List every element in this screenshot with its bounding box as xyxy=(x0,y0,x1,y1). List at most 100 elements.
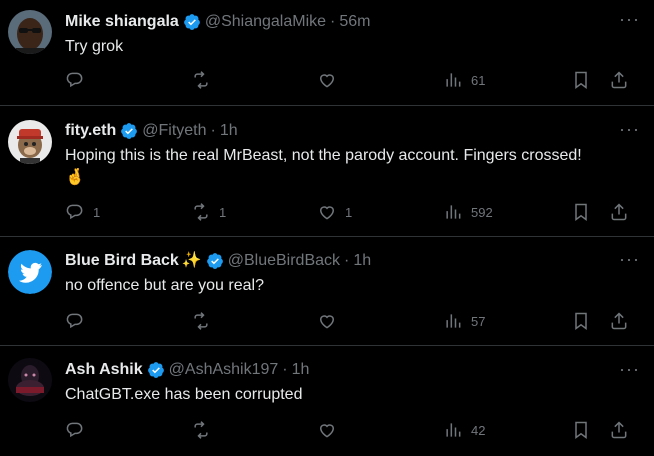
display-name[interactable]: Blue Bird Back xyxy=(65,251,179,271)
views-icon xyxy=(446,314,461,328)
sparkles-icon: ✨ xyxy=(181,252,202,269)
retweet-icon xyxy=(194,421,208,439)
tweet-header: Ash Ashik @AshAshik197 · 1h xyxy=(65,360,642,380)
handle[interactable]: @AshAshik197 xyxy=(169,360,279,380)
avatar[interactable] xyxy=(8,250,52,294)
reply-icon xyxy=(66,204,83,220)
bookmark-icon xyxy=(575,421,587,439)
display-name[interactable]: Ash Ashik xyxy=(65,360,143,380)
more-icon[interactable]: ··· xyxy=(619,120,640,138)
retweet-icon xyxy=(194,71,208,89)
bookmark-icon xyxy=(575,71,587,89)
action-bar: 1 1 1 592 xyxy=(65,202,654,224)
reply-button[interactable] xyxy=(65,311,93,331)
action-bar: 42 xyxy=(65,420,654,442)
bookmark-button[interactable] xyxy=(571,311,591,331)
share-icon xyxy=(611,203,627,221)
reply-feed: Mike shiangala @ShiangalaMike · 56m Try … xyxy=(0,0,654,456)
tweet[interactable]: fity.eth @Fityeth · 1h Hoping this is th… xyxy=(0,106,654,237)
separator: · xyxy=(210,122,216,139)
reply-button[interactable] xyxy=(65,70,93,90)
verified-badge-icon xyxy=(206,253,223,269)
timestamp[interactable]: 1h xyxy=(353,251,371,271)
reply-button[interactable] xyxy=(65,420,93,440)
like-button[interactable] xyxy=(317,70,345,90)
separator: · xyxy=(344,252,350,269)
verified-badge-icon xyxy=(183,14,200,30)
views-icon xyxy=(446,205,461,219)
handle[interactable]: @BlueBirdBack xyxy=(228,251,340,271)
like-icon xyxy=(319,315,335,329)
retweet-icon xyxy=(194,312,208,330)
reply-icon xyxy=(66,313,83,329)
more-icon[interactable]: ··· xyxy=(619,10,640,28)
tweet[interactable]: Ash Ashik @AshAshik197 · 1h ChatGBT.exe … xyxy=(0,346,654,456)
like-button[interactable]: 1 xyxy=(317,202,352,222)
reply-button[interactable]: 1 xyxy=(65,202,100,222)
display-name[interactable]: Mike shiangala xyxy=(65,12,179,32)
views-button[interactable]: 61 xyxy=(443,70,485,90)
handle[interactable]: @ShiangalaMike xyxy=(205,12,326,32)
verified-badge-icon xyxy=(147,362,164,378)
like-icon xyxy=(319,74,335,88)
tweet-header: fity.eth @Fityeth · 1h xyxy=(65,121,642,141)
view-count: 592 xyxy=(471,204,493,220)
bookmark-button[interactable] xyxy=(571,420,591,440)
views-button[interactable]: 57 xyxy=(443,311,485,331)
action-bar: 61 xyxy=(65,70,654,92)
like-count: 1 xyxy=(345,204,353,220)
tweet-header: Blue Bird Back ✨ @BlueBirdBack · 1h xyxy=(65,251,642,271)
share-button[interactable] xyxy=(609,311,629,331)
share-button[interactable] xyxy=(609,420,629,440)
retweet-button[interactable] xyxy=(191,311,219,331)
action-bar: 57 xyxy=(65,311,654,333)
bookmark-button[interactable] xyxy=(571,70,591,90)
views-icon xyxy=(446,423,461,437)
timestamp[interactable]: 1h xyxy=(220,121,238,141)
timestamp[interactable]: 56m xyxy=(339,12,370,32)
views-button[interactable]: 42 xyxy=(443,420,485,440)
like-button[interactable] xyxy=(317,311,345,331)
separator: · xyxy=(330,13,336,30)
bookmark-button[interactable] xyxy=(571,202,591,222)
retweet-count: 1 xyxy=(219,204,227,220)
share-icon xyxy=(611,421,627,439)
tweet-text: Hoping this is the real MrBeast, not the… xyxy=(65,147,582,164)
views-button[interactable]: 592 xyxy=(443,202,493,222)
retweet-button[interactable] xyxy=(191,70,219,90)
more-icon[interactable]: ··· xyxy=(619,360,640,378)
retweet-icon xyxy=(194,203,208,221)
bookmark-icon xyxy=(575,203,587,221)
timestamp[interactable]: 1h xyxy=(292,360,310,380)
display-name[interactable]: fity.eth xyxy=(65,121,116,141)
tweet-header: Mike shiangala @ShiangalaMike · 56m xyxy=(65,12,642,32)
like-icon xyxy=(319,206,335,220)
like-icon xyxy=(319,424,335,438)
share-icon xyxy=(611,71,627,89)
handle[interactable]: @Fityeth xyxy=(142,121,206,141)
reply-icon xyxy=(66,72,83,88)
retweet-button[interactable]: 1 xyxy=(191,202,226,222)
tweet-text-emoji: 🤞 xyxy=(65,169,85,186)
reply-count: 1 xyxy=(93,204,101,220)
share-icon xyxy=(611,312,627,330)
view-count: 42 xyxy=(471,422,486,438)
tweet[interactable]: Blue Bird Back ✨ @BlueBirdBack · 1h no o… xyxy=(0,237,654,346)
avatar[interactable] xyxy=(8,358,52,402)
views-icon xyxy=(446,73,461,87)
retweet-button[interactable] xyxy=(191,420,219,440)
share-button[interactable] xyxy=(609,202,629,222)
tweet-text: no offence but are you real? xyxy=(65,277,264,294)
tweet-text: ChatGBT.exe has been corrupted xyxy=(65,386,303,403)
separator: · xyxy=(282,361,288,378)
verified-badge-icon xyxy=(121,123,138,139)
share-button[interactable] xyxy=(609,70,629,90)
avatar[interactable] xyxy=(8,10,52,54)
more-icon[interactable]: ··· xyxy=(619,250,640,268)
bookmark-icon xyxy=(575,312,587,330)
tweet-text: Try grok xyxy=(65,38,124,55)
avatar[interactable] xyxy=(8,120,52,164)
tweet[interactable]: Mike shiangala @ShiangalaMike · 56m Try … xyxy=(0,0,654,106)
like-button[interactable] xyxy=(317,420,345,440)
reply-icon xyxy=(66,422,83,438)
